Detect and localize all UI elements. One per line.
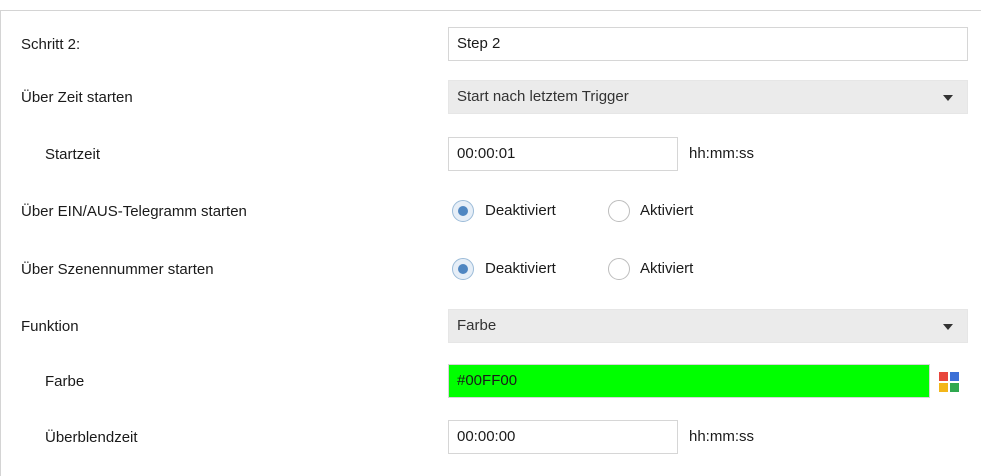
startzeit-input[interactable]: 00:00:01 xyxy=(448,137,678,171)
ueberblendzeit-label: Überblendzeit xyxy=(45,429,138,446)
farbe-color-input[interactable]: #00FF00 xyxy=(448,364,930,398)
ueberblendzeit-input[interactable]: 00:00:00 xyxy=(448,420,678,454)
chevron-down-icon xyxy=(943,95,953,101)
row-szenennummer: Über Szenennummer starten Deaktiviert Ak… xyxy=(0,250,981,290)
row-farbe: Farbe #00FF00 xyxy=(0,362,981,402)
row-zeit-starten: Über Zeit starten Start nach letztem Tri… xyxy=(0,78,981,118)
ein-aus-deaktiviert-label[interactable]: Deaktiviert xyxy=(485,194,556,228)
zeit-starten-dropdown[interactable]: Start nach letztem Trigger xyxy=(448,80,968,114)
startzeit-label: Startzeit xyxy=(45,146,101,163)
szenennummer-radio-group: Deaktiviert Aktiviert xyxy=(448,252,768,286)
zeit-starten-value: Start nach letztem Trigger xyxy=(457,88,629,105)
step-name-input[interactable]: Step 2 xyxy=(448,27,968,61)
schritt-label: Schritt 2: xyxy=(21,36,81,53)
ein-aus-label: Über EIN/AUS-Telegramm starten xyxy=(21,203,247,220)
palette-swatch-yellow xyxy=(939,383,948,392)
ueberblendzeit-unit: hh:mm:ss xyxy=(689,428,755,445)
szenennummer-aktiviert-label[interactable]: Aktiviert xyxy=(640,252,693,286)
chevron-down-icon xyxy=(943,324,953,330)
palette-swatch-red xyxy=(939,372,948,381)
row-ein-aus: Über EIN/AUS-Telegramm starten Deaktivie… xyxy=(0,192,981,232)
row-schritt: Schritt 2: Step 2 xyxy=(0,25,981,65)
row-funktion: Funktion Farbe xyxy=(0,307,981,347)
zeit-starten-label: Über Zeit starten xyxy=(21,89,133,106)
funktion-dropdown[interactable]: Farbe xyxy=(448,309,968,343)
ein-aus-radio-group: Deaktiviert Aktiviert xyxy=(448,194,768,228)
funktion-label: Funktion xyxy=(21,318,79,335)
szenennummer-deaktiviert-radio[interactable] xyxy=(452,258,474,280)
color-palette-icon[interactable] xyxy=(939,372,959,392)
szenennummer-aktiviert-radio[interactable] xyxy=(608,258,630,280)
szenennummer-deaktiviert-label[interactable]: Deaktiviert xyxy=(485,252,556,286)
ein-aus-aktiviert-radio[interactable] xyxy=(608,200,630,222)
palette-swatch-green xyxy=(950,383,959,392)
szenennummer-label: Über Szenennummer starten xyxy=(21,261,214,278)
ein-aus-aktiviert-label[interactable]: Aktiviert xyxy=(640,194,693,228)
row-startzeit: Startzeit 00:00:01 hh:mm:ss xyxy=(0,135,981,175)
palette-swatch-blue xyxy=(950,372,959,381)
farbe-label: Farbe xyxy=(45,373,85,390)
ein-aus-deaktiviert-radio[interactable] xyxy=(452,200,474,222)
funktion-value: Farbe xyxy=(457,317,497,334)
row-ueberblendzeit: Überblendzeit 00:00:00 hh:mm:ss xyxy=(0,418,981,458)
startzeit-unit: hh:mm:ss xyxy=(689,145,755,162)
